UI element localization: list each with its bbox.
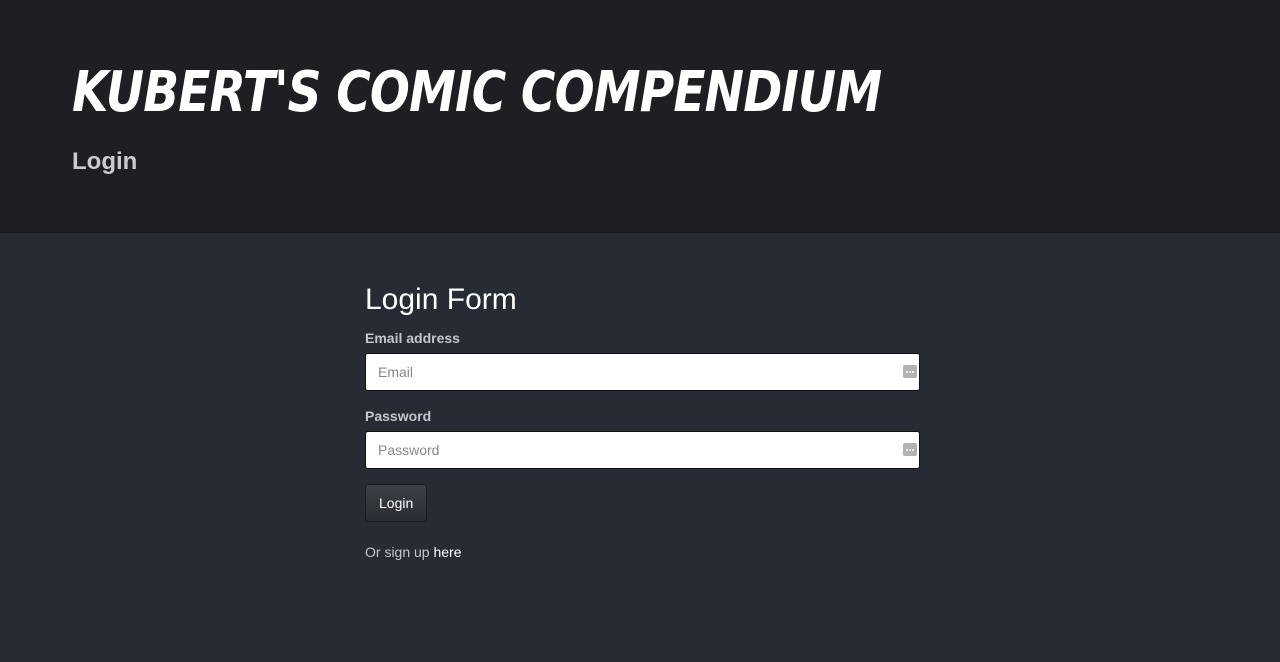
- email-field-wrapper: [365, 353, 920, 391]
- password-field-wrapper: [365, 431, 920, 469]
- form-title: Login Form: [365, 283, 517, 316]
- signup-prefix: Or sign up: [365, 544, 430, 560]
- signup-link[interactable]: here: [433, 544, 461, 560]
- password-label: Password: [365, 408, 432, 424]
- password-field[interactable]: [365, 431, 920, 469]
- email-label: Email address: [365, 330, 460, 346]
- login-button[interactable]: Login: [365, 484, 428, 522]
- signup-text: Or sign up here: [365, 544, 920, 560]
- password-manager-key-icon[interactable]: [903, 443, 917, 456]
- login-form: Login Form Email address Password Login …: [365, 282, 920, 560]
- main-content: Login Form Email address Password Login …: [0, 233, 1280, 662]
- email-field[interactable]: [365, 353, 920, 391]
- page-subtitle: Login: [72, 148, 138, 175]
- site-title: Kubert's Comic Compendium: [72, 60, 882, 125]
- password-manager-key-icon[interactable]: [903, 365, 917, 378]
- site-header: Kubert's Comic Compendium Login: [0, 0, 1280, 233]
